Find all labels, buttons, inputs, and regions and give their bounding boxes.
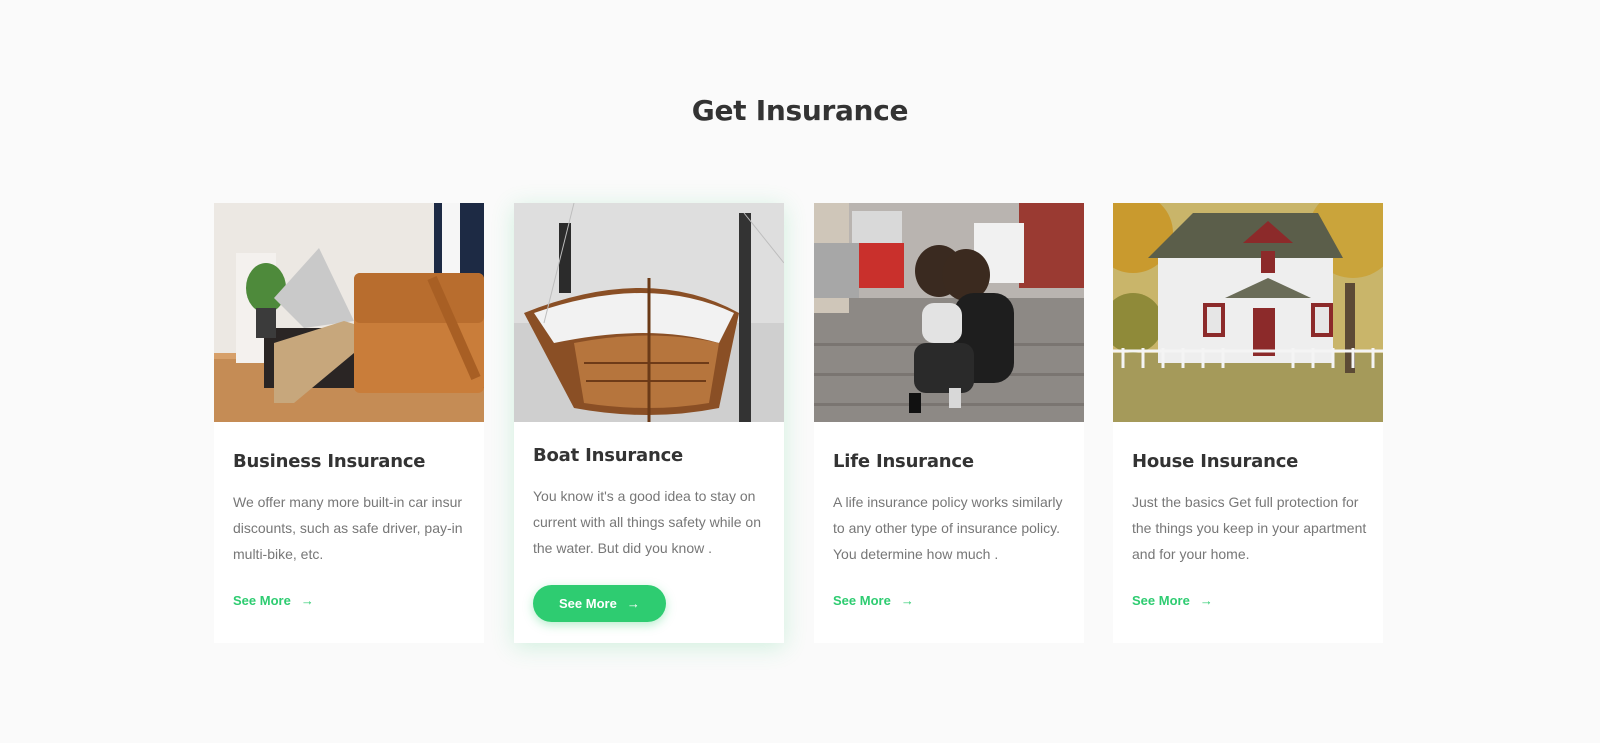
boat-insurance-image — [514, 203, 784, 422]
life-insurance-image — [814, 203, 1084, 422]
insurance-card-business: Business Insurance We offer many more bu… — [214, 203, 484, 643]
see-more-link[interactable]: See More → — [1132, 593, 1213, 608]
arrow-right-icon: → — [300, 593, 314, 608]
insurance-card-life: Life Insurance A life insurance policy w… — [814, 203, 1084, 643]
see-more-button[interactable]: See More → — [533, 585, 666, 622]
see-more-label: See More — [559, 596, 617, 611]
card-title: House Insurance — [1132, 451, 1299, 472]
card-description: We offer many more built-in car insur di… — [233, 494, 463, 562]
insurance-card-boat: Boat Insurance You know it's a good idea… — [514, 203, 784, 643]
arrow-right-icon: → — [900, 593, 914, 608]
arrow-right-icon: → — [1199, 593, 1213, 608]
card-title: Boat Insurance — [533, 445, 684, 466]
see-more-link[interactable]: See More → — [833, 593, 914, 608]
see-more-label: See More — [1132, 593, 1190, 608]
house-insurance-image — [1113, 203, 1383, 422]
arrow-right-icon: → — [626, 596, 640, 611]
get-insurance-section: Get Insurance Business Insurance We offe… — [0, 0, 1600, 743]
business-insurance-image — [214, 203, 484, 422]
card-description: A life insurance policy works similarly … — [833, 494, 1063, 562]
see-more-label: See More — [833, 593, 891, 608]
card-description: Just the basics Get full protection for … — [1132, 494, 1367, 562]
card-title: Business Insurance — [233, 451, 426, 472]
section-title: Get Insurance — [691, 94, 909, 127]
card-title: Life Insurance — [833, 451, 974, 472]
see-more-link[interactable]: See More → — [233, 593, 314, 608]
card-description: You know it's a good idea to stay on cur… — [533, 488, 761, 556]
see-more-label: See More — [233, 593, 291, 608]
insurance-card-house: House Insurance Just the basics Get full… — [1113, 203, 1383, 643]
